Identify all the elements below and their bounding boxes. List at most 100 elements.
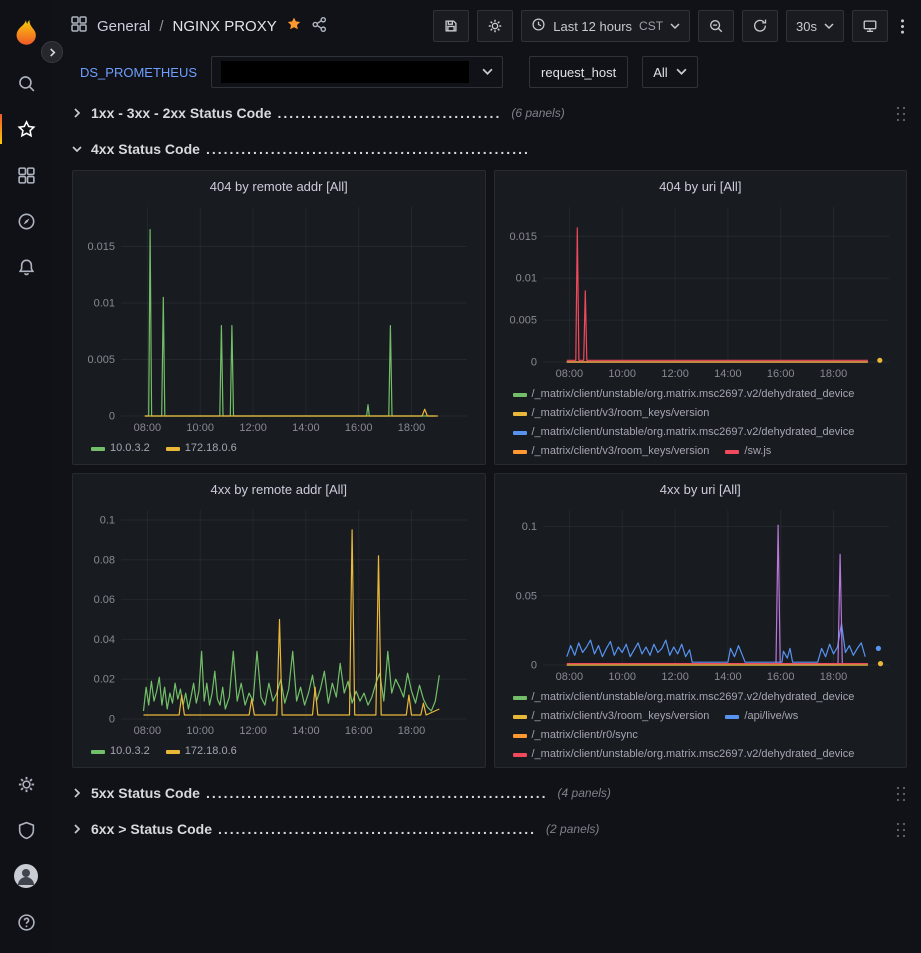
dashboard-toolbar: Last 12 hours CST 30s: [433, 10, 909, 42]
svg-text:18:00: 18:00: [398, 725, 426, 737]
svg-text:14:00: 14:00: [292, 725, 320, 737]
legend-label: 10.0.3.2: [110, 742, 150, 761]
legend-item[interactable]: /_matrix/client/unstable/org.matrix.msc2…: [513, 423, 855, 442]
svg-text:0: 0: [530, 357, 536, 369]
svg-text:18:00: 18:00: [819, 368, 847, 380]
panel-title[interactable]: 4xx by remote addr [All]: [81, 478, 477, 502]
dashboards-icon[interactable]: [0, 152, 52, 198]
svg-text:0: 0: [109, 714, 115, 726]
timezone-label: CST: [639, 19, 663, 33]
svg-text:12:00: 12:00: [661, 368, 689, 380]
row-dots: ........................................…: [218, 821, 536, 837]
dashboard-row-5xx[interactable]: 5xx Status Code.........................…: [72, 778, 907, 808]
panel-title[interactable]: 404 by remote addr [All]: [81, 175, 477, 199]
variable-request-host-select[interactable]: All: [642, 56, 697, 88]
sidebar-expand-toggle[interactable]: [41, 41, 63, 63]
breadcrumb-separator: /: [159, 18, 163, 35]
dashboard-row-1xx[interactable]: 1xx - 3xx - 2xx Status Code.............…: [72, 98, 907, 128]
zoom-out-button[interactable]: [698, 10, 734, 42]
legend-item[interactable]: 172.18.0.6: [166, 742, 237, 761]
variable-ds-prometheus-label[interactable]: DS_PROMETHEUS: [80, 65, 197, 80]
svg-text:12:00: 12:00: [661, 671, 689, 683]
legend-item[interactable]: 10.0.3.2: [91, 439, 150, 458]
svg-text:0.01: 0.01: [515, 273, 536, 285]
time-series-chart[interactable]: 00.050.108:0010:0012:0014:0016:0018:00: [503, 502, 899, 685]
series-color-icon: [513, 431, 527, 435]
share-icon[interactable]: [311, 16, 328, 37]
svg-text:18:00: 18:00: [819, 671, 847, 683]
row-drag-handle-icon[interactable]: [894, 820, 907, 839]
dashboard-settings-button[interactable]: [477, 10, 513, 42]
legend-item[interactable]: /_matrix/client/unstable/org.matrix.msc2…: [513, 688, 855, 707]
save-dashboard-button[interactable]: [433, 10, 469, 42]
more-options-button[interactable]: [896, 10, 909, 42]
legend-item[interactable]: 10.0.3.2: [91, 742, 150, 761]
refresh-button[interactable]: [742, 10, 778, 42]
svg-text:0.06: 0.06: [94, 594, 115, 606]
user-avatar[interactable]: [0, 853, 52, 899]
series-color-icon: [513, 412, 527, 416]
variable-ds-prometheus-select[interactable]: [211, 56, 503, 88]
row-dots: ......................................: [278, 105, 502, 121]
time-range-picker[interactable]: Last 12 hours CST: [521, 10, 690, 42]
dashboard-row-6xx[interactable]: 6xx > Status Code.......................…: [72, 814, 907, 844]
svg-text:0.005: 0.005: [509, 315, 537, 327]
row-drag-handle-icon[interactable]: [894, 784, 907, 803]
legend-item[interactable]: /_matrix/client/r0/sync: [513, 726, 638, 745]
time-series-chart[interactable]: 00.020.040.060.080.108:0010:0012:0014:00…: [81, 502, 477, 739]
chevron-down-icon: [482, 65, 493, 80]
svg-text:0.01: 0.01: [94, 298, 115, 310]
legend-item[interactable]: /_matrix/client/v3/room_keys/version: [513, 404, 710, 423]
legend-item[interactable]: /_matrix/client/v3/room_keys/version: [513, 707, 710, 726]
row-drag-handle-icon[interactable]: [894, 104, 907, 123]
dashboard-row-4xx[interactable]: 4xx Status Code.........................…: [72, 134, 907, 164]
chevron-right-icon: [72, 788, 86, 798]
series-color-icon: [725, 450, 739, 454]
chevron-right-icon: [72, 824, 86, 834]
panel-404-by-uri-all: 404 by uri [All]00.0050.010.01508:0010:0…: [494, 170, 908, 465]
breadcrumb-folder[interactable]: General: [97, 18, 150, 35]
panel-legend: /_matrix/client/unstable/org.matrix.msc2…: [503, 685, 899, 761]
svg-text:0.05: 0.05: [515, 590, 536, 602]
panel-title[interactable]: 404 by uri [All]: [503, 175, 899, 199]
alerting-bell-icon[interactable]: [0, 244, 52, 290]
svg-text:12:00: 12:00: [239, 725, 267, 737]
explore-compass-icon[interactable]: [0, 198, 52, 244]
refresh-interval-picker[interactable]: 30s: [786, 10, 844, 42]
tv-view-button[interactable]: [852, 10, 888, 42]
variables-submenu: DS_PROMETHEUS request_host All: [52, 52, 921, 92]
configuration-gear-icon[interactable]: [0, 761, 52, 807]
legend-label: /_matrix/client/unstable/org.matrix.msc2…: [532, 688, 855, 707]
row-title: 6xx > Status Code: [91, 821, 212, 837]
favorite-star-icon[interactable]: [286, 16, 302, 36]
legend-item[interactable]: /_matrix/client/v3/room_keys/version: [513, 442, 710, 458]
apps-grid-icon: [70, 15, 88, 37]
legend-item[interactable]: /api/live/ws: [725, 707, 798, 726]
panel-4xx-by-uri-all: 4xx by uri [All]00.050.108:0010:0012:001…: [494, 473, 908, 768]
panel-title[interactable]: 4xx by uri [All]: [503, 478, 899, 502]
time-series-chart[interactable]: 00.0050.010.01508:0010:0012:0014:0016:00…: [81, 199, 477, 436]
help-icon[interactable]: [0, 899, 52, 945]
time-range-label: Last 12 hours: [553, 19, 632, 34]
legend-item[interactable]: /_matrix/client/unstable/org.matrix.msc2…: [513, 385, 855, 404]
starred-dashboards-icon[interactable]: [0, 106, 52, 152]
legend-item[interactable]: 172.18.0.6: [166, 439, 237, 458]
svg-text:10:00: 10:00: [608, 368, 636, 380]
refresh-interval-label: 30s: [796, 19, 817, 34]
time-series-chart[interactable]: 00.0050.010.01508:0010:0012:0014:0016:00…: [503, 199, 899, 382]
row-title: 4xx Status Code: [91, 141, 200, 157]
series-color-icon: [725, 715, 739, 719]
series-color-icon: [513, 696, 527, 700]
legend-item[interactable]: /_matrix/client/unstable/org.matrix.msc2…: [513, 745, 855, 761]
svg-text:0.015: 0.015: [87, 241, 115, 253]
server-admin-shield-icon[interactable]: [0, 807, 52, 853]
svg-text:0.08: 0.08: [94, 554, 115, 566]
legend-item[interactable]: /sw.js: [725, 442, 771, 458]
search-icon[interactable]: [0, 60, 52, 106]
svg-text:08:00: 08:00: [134, 422, 162, 434]
legend-label: 172.18.0.6: [185, 742, 237, 761]
series-color-icon: [513, 450, 527, 454]
panel-legend: /_matrix/client/unstable/org.matrix.msc2…: [503, 382, 899, 458]
row-panel-count: (2 panels): [546, 822, 599, 836]
row-title: 1xx - 3xx - 2xx Status Code: [91, 105, 272, 121]
